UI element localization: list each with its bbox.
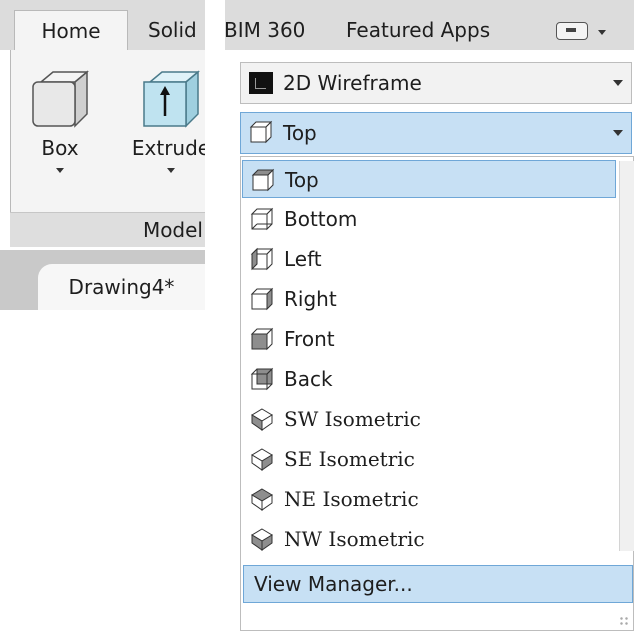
list-item-label: NW Isometric: [284, 527, 425, 551]
list-item-bottom[interactable]: Bottom: [242, 200, 616, 238]
view-value: Top: [283, 121, 317, 145]
list-item-label: Top: [285, 168, 319, 192]
extrude-icon: [142, 70, 201, 128]
list-item-label: NE Isometric: [284, 487, 419, 511]
list-item-right[interactable]: Right: [242, 280, 616, 318]
list-item-label: Back: [284, 367, 333, 391]
list-item-label: SW Isometric: [284, 407, 421, 431]
ribbon-options-icon[interactable]: [556, 22, 588, 40]
right-view-icon: [250, 287, 274, 311]
box-dropdown-icon[interactable]: [56, 168, 64, 173]
wireframe-icon: [249, 72, 273, 94]
ne-isometric-icon: [251, 488, 273, 511]
tab-featured-apps[interactable]: Featured Apps: [346, 10, 490, 50]
list-item-label: Bottom: [284, 207, 358, 231]
view-dropdown[interactable]: Top: [240, 112, 632, 154]
bottom-view-icon: [250, 207, 274, 231]
view-manager-button[interactable]: View Manager...: [243, 565, 633, 603]
nw-isometric-icon: [251, 528, 273, 551]
back-view-icon: [250, 367, 274, 391]
panel-title-label: Model: [142, 218, 203, 242]
sw-isometric-icon: [251, 408, 273, 431]
tab-bim-360[interactable]: BIM 360: [224, 10, 305, 50]
box-icon: [31, 70, 90, 128]
list-item-se-isometric[interactable]: SE Isometric: [242, 440, 616, 478]
chevron-down-icon[interactable]: [613, 130, 623, 136]
list-item-front[interactable]: Front: [242, 320, 616, 358]
chevron-down-icon[interactable]: [598, 30, 606, 35]
ribbon-tab-bar: Home Solid BIM 360 Featured Apps: [0, 0, 634, 51]
list-item-label: Right: [284, 287, 337, 311]
left-view-icon: [250, 247, 274, 271]
list-item-sw-isometric[interactable]: SW Isometric: [242, 400, 616, 438]
list-item-top[interactable]: Top: [242, 160, 616, 198]
tab-home[interactable]: Home: [14, 10, 128, 51]
box-label: Box: [41, 136, 79, 160]
list-item-label: Left: [284, 247, 322, 271]
box-button[interactable]: Box: [25, 70, 95, 173]
resize-grip-icon[interactable]: [619, 616, 629, 626]
view-manager-label: View Manager...: [254, 572, 413, 596]
list-item-label: SE Isometric: [284, 447, 415, 471]
list-item-ne-isometric[interactable]: NE Isometric: [242, 480, 616, 518]
modeling-panel-title[interactable]: Model: [10, 212, 205, 247]
list-scrollbar[interactable]: [619, 161, 634, 551]
chevron-down-icon[interactable]: [613, 80, 623, 86]
list-item-back[interactable]: Back: [242, 360, 616, 398]
top-view-icon: [249, 120, 273, 144]
extrude-dropdown-icon[interactable]: [167, 168, 175, 173]
list-item-nw-isometric[interactable]: NW Isometric: [242, 520, 616, 558]
document-tab-bar: Drawing4*: [0, 250, 205, 310]
tab-solid[interactable]: Solid: [148, 10, 197, 50]
list-item-left[interactable]: Left: [242, 240, 616, 278]
front-view-icon: [250, 327, 274, 351]
list-item-label: Front: [284, 327, 335, 351]
tab-drawing4[interactable]: Drawing4*: [38, 264, 205, 310]
top-view-icon: [251, 168, 275, 192]
view-list: Top Bottom Left Right Front Back SW Isom…: [240, 156, 634, 631]
modeling-panel: Box Extrude: [10, 50, 210, 212]
gap: [205, 0, 225, 631]
se-isometric-icon: [251, 448, 273, 471]
visual-style-value: 2D Wireframe: [283, 71, 422, 95]
visual-style-dropdown[interactable]: 2D Wireframe: [240, 62, 632, 104]
